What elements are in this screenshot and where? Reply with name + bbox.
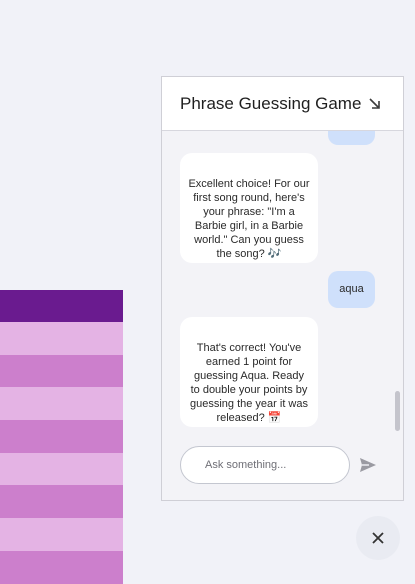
send-button[interactable] [358, 455, 378, 475]
user-message-text: aqua [339, 283, 364, 295]
bot-message-text: Excellent choice! For our first song rou… [188, 178, 310, 260]
background-table [0, 290, 123, 584]
chat-window: Phrase Guessing Game ... Excellent choic… [161, 76, 404, 501]
collapse-button[interactable] [361, 90, 389, 118]
send-icon [360, 458, 376, 472]
bot-message: That's correct! You've earned 1 point fo… [180, 317, 318, 427]
user-message: ... [328, 131, 375, 145]
table-row [0, 420, 123, 453]
bot-message: Excellent choice! For our first song rou… [180, 153, 318, 263]
user-message: aqua [328, 271, 375, 308]
scrollbar[interactable] [394, 131, 400, 435]
chat-title: Phrase Guessing Game [180, 93, 362, 113]
table-row [0, 518, 123, 551]
chat-header: Phrase Guessing Game [162, 77, 403, 131]
arrow-down-right-icon [369, 97, 381, 109]
message-list[interactable]: ... Excellent choice! For our first song… [162, 131, 403, 435]
bot-message-text: That's correct! You've earned 1 point fo… [189, 342, 308, 424]
table-header [0, 290, 123, 322]
table-row [0, 485, 123, 519]
close-icon [372, 532, 384, 544]
table-row [0, 354, 123, 388]
input-row [180, 446, 382, 484]
user-message-text: ... [347, 131, 356, 137]
close-button[interactable] [356, 516, 400, 560]
table-row [0, 387, 123, 421]
table-row [0, 452, 123, 486]
ask-input[interactable] [180, 446, 350, 484]
table-row [0, 322, 123, 355]
scrollbar-thumb[interactable] [395, 391, 400, 431]
table-row [0, 550, 123, 584]
